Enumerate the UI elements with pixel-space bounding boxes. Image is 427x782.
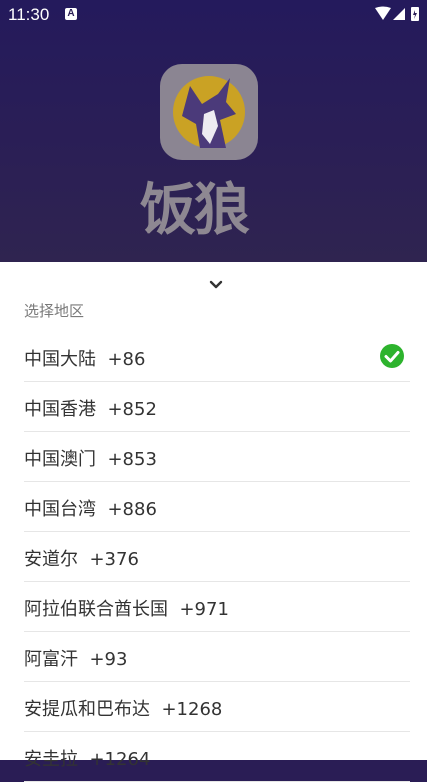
wolf-logo-icon bbox=[160, 64, 258, 160]
region-picker-sheet: 选择地区 中国大陆 +86 中国香港 +852 中国澳门 +853 中国台湾 +… bbox=[0, 262, 427, 782]
status-time: 11:30 bbox=[8, 5, 50, 24]
status-icons bbox=[375, 6, 419, 21]
region-item[interactable]: 安提瓜和巴布达 +1268 bbox=[24, 682, 410, 732]
check-circle-icon bbox=[380, 344, 404, 368]
brand-name: 饭狼 bbox=[140, 177, 250, 243]
region-item[interactable]: 安圭拉 +1264 bbox=[24, 732, 410, 782]
notification-a-icon: A bbox=[65, 8, 77, 20]
region-item[interactable]: 中国大陆 +86 bbox=[24, 332, 410, 382]
region-item[interactable]: 安道尔 +376 bbox=[24, 532, 410, 582]
splash-background: 11:30 A 饭狼 bbox=[0, 0, 427, 262]
region-label: 阿拉伯联合酋长国 +971 bbox=[24, 599, 229, 620]
status-bar: 11:30 A bbox=[0, 0, 427, 30]
sheet-title: 选择地区 bbox=[24, 302, 85, 320]
region-item[interactable]: 中国台湾 +886 bbox=[24, 482, 410, 532]
region-item[interactable]: 中国澳门 +853 bbox=[24, 432, 410, 482]
region-label: 阿富汗 +93 bbox=[24, 649, 128, 670]
region-item[interactable]: 中国香港 +852 bbox=[24, 382, 410, 432]
signal-icon bbox=[393, 8, 405, 20]
region-label: 安道尔 +376 bbox=[24, 549, 139, 570]
region-label: 中国大陆 +86 bbox=[24, 349, 146, 370]
notification-a-label: A bbox=[67, 8, 75, 19]
region-item[interactable]: 阿拉伯联合酋长国 +971 bbox=[24, 582, 410, 632]
region-list: 中国大陆 +86 中国香港 +852 中国澳门 +853 中国台湾 +886 安… bbox=[24, 332, 410, 782]
chevron-down-icon[interactable] bbox=[206, 276, 226, 292]
region-label: 安提瓜和巴布达 +1268 bbox=[24, 699, 223, 720]
region-label: 安圭拉 +1264 bbox=[24, 749, 151, 770]
wifi-icon bbox=[375, 6, 391, 20]
region-label: 中国澳门 +853 bbox=[24, 449, 157, 470]
region-label: 中国台湾 +886 bbox=[24, 499, 157, 520]
region-label: 中国香港 +852 bbox=[24, 399, 157, 420]
region-item[interactable]: 阿富汗 +93 bbox=[24, 632, 410, 682]
